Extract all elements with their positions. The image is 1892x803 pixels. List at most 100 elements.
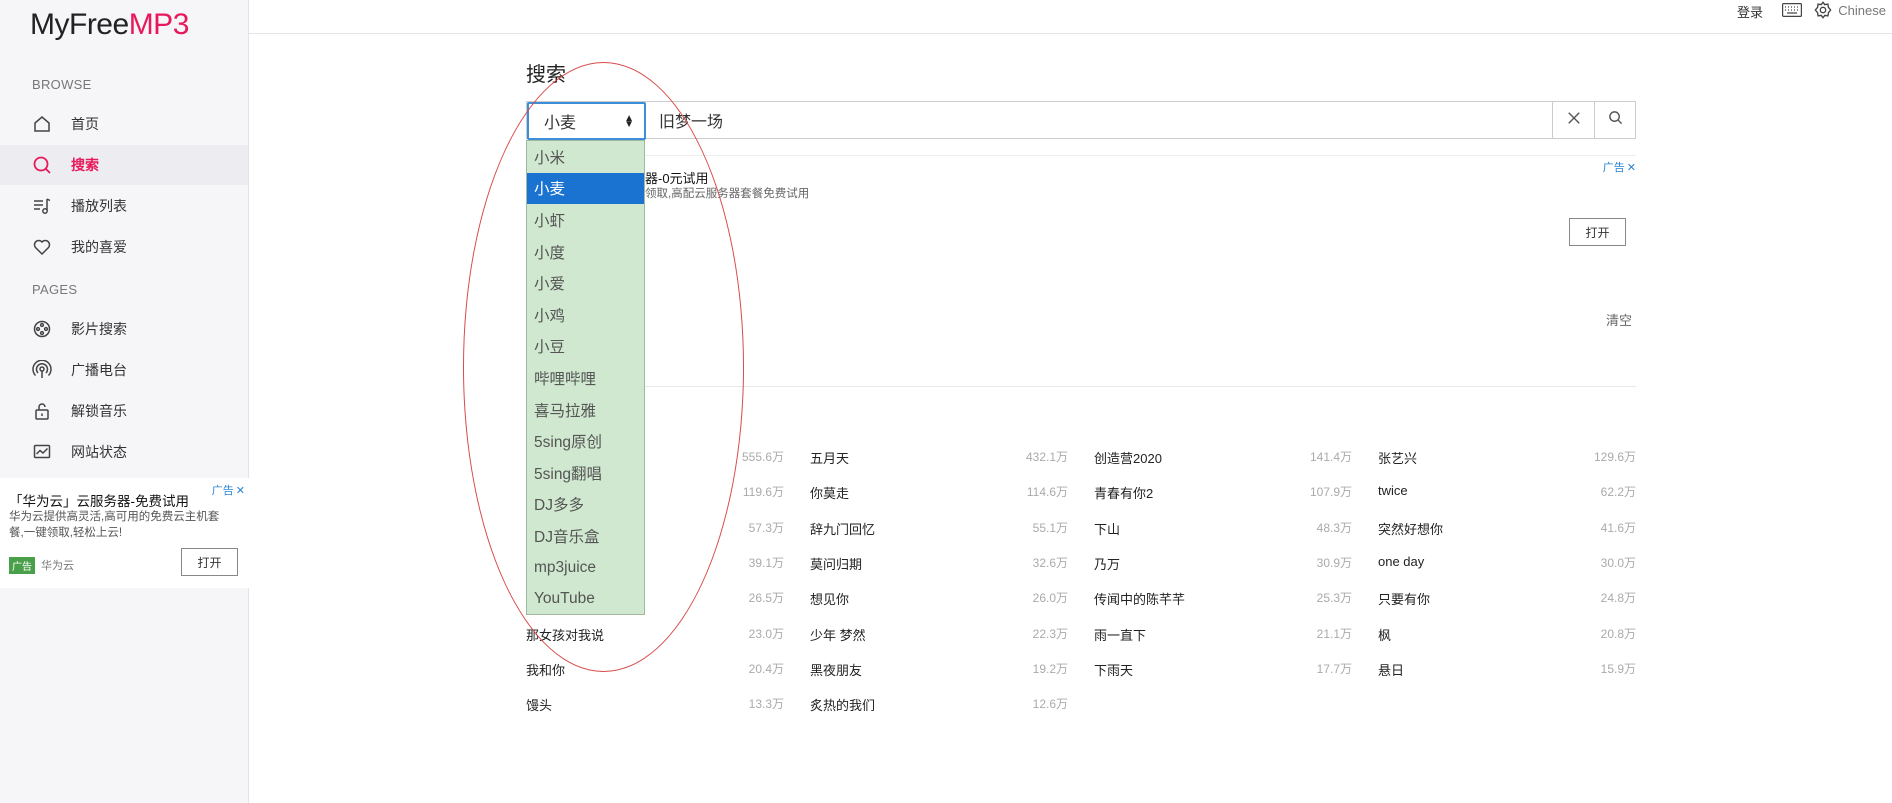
hot-search-item[interactable]: 悬日 15.9万 [1378,660,1636,680]
hot-search-count: 107.9万 [1309,485,1352,500]
hot-search-count: 22.3万 [1032,626,1068,641]
dropdown-option[interactable]: YouTube [527,583,644,615]
hot-search-item[interactable]: 少年 梦然 22.3万 [810,625,1068,645]
dropdown-option[interactable]: 5sing原创 [527,425,644,457]
heart-icon [32,237,52,257]
close-icon[interactable]: ✕ [1627,162,1636,174]
hot-search-item[interactable]: one day 30.0万 [1378,554,1636,574]
hot-search-item[interactable]: 雨一直下 21.1万 [1094,625,1352,645]
hot-search-item[interactable]: 想见你 26.0万 [810,589,1068,609]
hot-search-item[interactable]: 传闻中的陈芊芊 25.3万 [1094,589,1352,609]
ad-tag[interactable]: 广告 ✕ [212,482,245,498]
close-icon[interactable]: ✕ [236,485,245,497]
search-input[interactable] [649,102,1475,138]
hot-search-item[interactable]: 辞九门回忆 55.1万 [810,519,1068,539]
source-select[interactable]: 小麦 ▲ ▼ [527,102,646,140]
ad-tag[interactable]: 广告 ✕ [1603,159,1636,175]
hot-search-count: 17.7万 [1316,661,1352,676]
hot-search-item[interactable]: 黑夜朋友 19.2万 [810,660,1068,680]
ad-source: 华为云 [41,560,74,572]
hot-search-name: 下雨天 [1094,662,1134,678]
sidebar-item-label: 播放列表 [71,198,127,214]
home-icon [32,114,52,134]
sidebar-item-movie-search[interactable]: 影片搜索 [0,309,248,349]
hot-search-item[interactable]: 我和你 20.4万 [526,660,784,680]
dropdown-option[interactable]: 小米 [527,141,644,173]
language-selector[interactable]: Chinese [1838,3,1886,18]
hot-search-count: 23.0万 [748,626,784,641]
hot-search-item[interactable]: 你莫走 114.6万 [810,483,1068,503]
sidebar-item-home[interactable]: 首页 [0,104,248,144]
search-bar: 小麦 ▲ ▼ [526,101,1636,140]
hot-search-name: 莫问归期 [810,556,863,572]
hot-search-item[interactable]: 枫 20.8万 [1378,625,1636,645]
sidebar-item-radio[interactable]: 广播电台 [0,350,248,390]
hot-search-count: 20.4万 [748,661,784,676]
hot-search-count: 25.3万 [1316,591,1352,606]
app-logo[interactable]: MyFreeMP3 [30,8,189,42]
dropdown-option[interactable]: 小麦 [527,172,644,205]
hot-search-item[interactable]: 乃万 30.9万 [1094,554,1352,574]
sidebar-item-favorites[interactable]: 我的喜爱 [0,227,248,267]
sidebar-item-label: 搜索 [71,157,99,173]
monitor-chart-icon [32,442,52,462]
hot-search-item[interactable]: 莫问归期 32.6万 [810,554,1068,574]
ad-open-button[interactable]: 打开 [1569,218,1626,246]
sidebar-item-playlist[interactable]: 播放列表 [0,186,248,226]
dropdown-option[interactable]: mp3juice [527,552,644,584]
select-caret-icon: ▲ ▼ [624,113,634,130]
hot-search-item[interactable]: 青春有你2 107.9万 [1094,483,1352,503]
login-link[interactable]: 登录 [1737,2,1763,21]
hot-search-item[interactable]: 创造营2020 141.4万 [1094,448,1352,468]
playlist-icon [32,196,52,216]
hot-search-name: 下山 [1094,521,1121,537]
dropdown-option[interactable]: DJ音乐盒 [527,520,644,552]
ad-open-button[interactable]: 打开 [181,548,238,576]
dropdown-option[interactable]: 小度 [527,236,644,268]
hot-search-count: 432.1万 [1025,450,1068,464]
hot-search-item[interactable]: 只要有你 24.8万 [1378,589,1636,609]
sidebar-item-label: 解锁音乐 [71,403,127,419]
hot-search-item[interactable]: 五月天 432.1万 [810,448,1068,468]
gear-icon[interactable] [1814,1,1832,19]
source-select-value: 小麦 [544,115,577,132]
close-icon [1567,111,1581,130]
dropdown-option[interactable]: 小豆 [527,331,644,363]
app-root: MyFreeMP3 BROWSE 首页 搜索 播放列表 我的喜爱 PAGES 影… [0,0,1892,803]
ad-tag-label: 广告 [1602,162,1625,174]
page-title: 搜索 [526,64,566,86]
hot-search-count: 119.6万 [742,485,784,500]
keyboard-icon[interactable] [1782,3,1802,18]
dropdown-option[interactable]: 小爱 [527,267,644,299]
ad-description: 领取,高配云服务器套餐免费试用 [645,188,810,200]
hot-search-item[interactable]: 炙热的我们 12.6万 [810,695,1068,715]
sidebar-item-label: 广播电台 [71,362,127,378]
hot-search-item[interactable]: twice 62.2万 [1378,483,1636,503]
dropdown-option[interactable]: DJ多多 [527,489,644,521]
dropdown-option[interactable]: 喜马拉雅 [527,394,644,426]
hot-search-item[interactable]: 下山 48.3万 [1094,519,1352,539]
clear-history-button[interactable]: 清空 [1606,310,1632,329]
dropdown-option[interactable]: 小鸡 [527,299,644,331]
ad-title[interactable]: 「华为云」云服务器-免费试用 [9,490,189,510]
search-submit-button[interactable] [1595,101,1635,139]
hot-search-item[interactable]: 下雨天 17.7万 [1094,660,1352,680]
dropdown-option[interactable]: 哔哩哔哩 [527,362,644,394]
hot-search-item[interactable]: 馒头 13.3万 [526,695,784,715]
sidebar-item-unlock-music[interactable]: 解锁音乐 [0,391,248,431]
hot-search-item[interactable]: 张艺兴 129.6万 [1378,448,1636,468]
sidebar-item-search[interactable]: 搜索 [0,145,248,185]
main-ad-banner[interactable]: 广告 ✕ 器-0元试用 领取,高配云服务器套餐免费试用 打开 [526,155,1636,265]
hot-search-item[interactable]: 那女孩对我说 23.0万 [526,625,784,645]
clear-search-button[interactable] [1552,101,1595,139]
film-reel-icon [32,319,52,339]
sidebar-ad[interactable]: 广告 ✕ 「华为云」云服务器-免费试用 华为云提供高灵活,高可用的免费云主机套餐,… [0,478,249,588]
hot-search-count: 55.1万 [1032,520,1068,535]
unlock-icon [32,401,52,421]
hot-search-item[interactable]: 突然好想你 41.6万 [1378,519,1636,539]
sidebar-item-site-status[interactable]: 网站状态 [0,432,248,472]
hot-search-count: 19.2万 [1032,661,1068,676]
dropdown-option[interactable]: 5sing翻唱 [527,457,644,489]
dropdown-option[interactable]: 小虾 [527,204,644,236]
hot-search-name: 你莫走 [810,486,850,502]
